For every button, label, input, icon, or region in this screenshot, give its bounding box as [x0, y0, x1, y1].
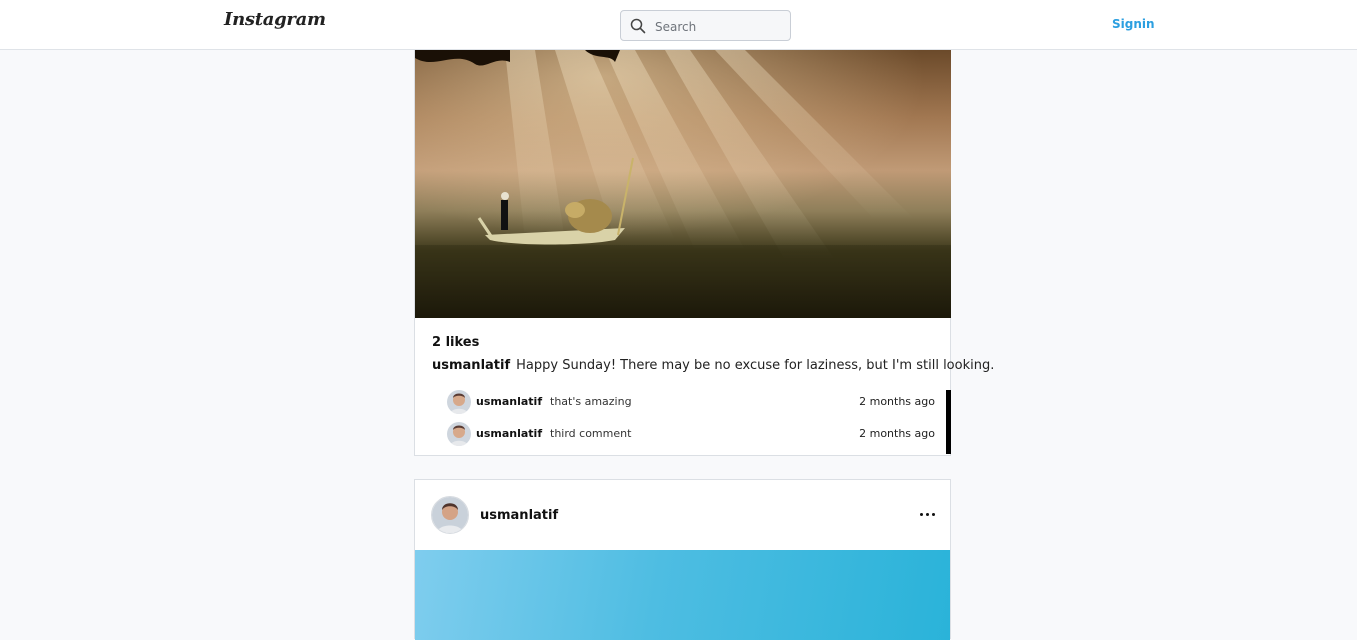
signin-link[interactable]: Signin	[1112, 17, 1155, 31]
post-image	[415, 50, 951, 318]
instagram-logo[interactable]: Instagram	[224, 9, 326, 30]
commenter-avatar[interactable]	[447, 422, 471, 446]
likes-count: 2 likes	[432, 335, 480, 350]
caption-username[interactable]: usmanlatif	[432, 358, 510, 373]
search-box[interactable]	[620, 10, 791, 42]
caption-text: Happy Sunday! There may be no excuse for…	[516, 358, 995, 373]
comments-list[interactable]: usmanlatif that's amazing 2 months ago u…	[415, 390, 951, 455]
comment-item: usmanlatif that's amazing 2 months ago	[447, 390, 935, 416]
ellipsis-icon	[920, 513, 923, 516]
ellipsis-icon	[926, 513, 929, 516]
comment-item: usmanlatif third comment 2 months ago	[447, 422, 935, 448]
commenter-avatar[interactable]	[447, 390, 471, 414]
comment-username[interactable]: usmanlatif	[476, 395, 542, 408]
post-card: usmanlatif	[414, 479, 951, 640]
comment-username[interactable]: usmanlatif	[476, 427, 542, 440]
search-input[interactable]	[653, 11, 787, 42]
search-icon	[630, 18, 646, 34]
more-options-button[interactable]	[918, 504, 938, 524]
post-card: 2 likes usmanlatif Happy Sunday! There ma…	[414, 50, 994, 456]
comments-scrollbar[interactable]	[946, 390, 951, 454]
top-navbar: Instagram Signin	[0, 0, 1357, 50]
comment-time: 2 months ago	[859, 395, 935, 408]
comment-text: third comment	[550, 427, 632, 440]
ellipsis-icon	[932, 513, 935, 516]
post-username[interactable]: usmanlatif	[480, 508, 558, 523]
comment-text: that's amazing	[550, 395, 632, 408]
comment-time: 2 months ago	[859, 427, 935, 440]
post-image	[415, 550, 950, 640]
post-caption: usmanlatif Happy Sunday! There may be no …	[432, 358, 994, 373]
user-avatar[interactable]	[431, 496, 469, 534]
